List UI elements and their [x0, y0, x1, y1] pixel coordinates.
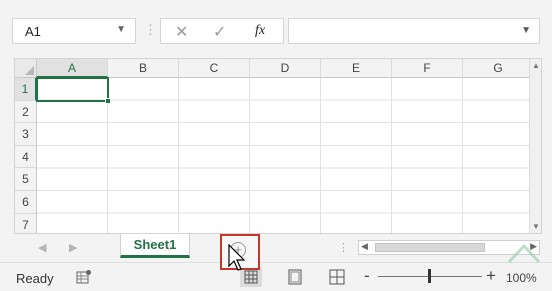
sheet-tab-sheet1[interactable]: Sheet1	[120, 234, 190, 258]
fill-handle[interactable]	[105, 98, 111, 104]
next-sheet-icon[interactable]: ▶	[69, 241, 77, 254]
insert-function-icon[interactable]: fx	[255, 23, 265, 39]
row-header-2[interactable]: 2	[15, 100, 37, 124]
page-layout-icon[interactable]	[284, 267, 306, 287]
scroll-left-icon[interactable]: ◀	[361, 241, 368, 252]
column-header-b[interactable]: B	[108, 59, 179, 78]
row-header-1[interactable]: 1	[15, 78, 37, 101]
record-macro-icon[interactable]	[76, 269, 92, 285]
zoom-slider-thumb[interactable]	[428, 269, 431, 283]
cancel-icon[interactable]: ✕	[175, 22, 188, 42]
vertical-scrollbar[interactable]: ▲ ▼	[529, 59, 541, 233]
column-header-c[interactable]: C	[179, 59, 250, 78]
column-header-f[interactable]: F	[392, 59, 463, 78]
zoom-level[interactable]: 100%	[506, 271, 537, 285]
expand-formula-bar-icon[interactable]: ▼	[521, 25, 531, 36]
worksheet-grid[interactable]: A B C D E F G 1 2 3 4 5 6 7 ▲ ▼	[14, 58, 542, 234]
column-header-a[interactable]: A	[37, 59, 108, 78]
row-header-7[interactable]: 7	[15, 213, 37, 233]
row-header-3[interactable]: 3	[15, 123, 37, 146]
formula-bar-grip[interactable]: ⋮	[144, 22, 157, 38]
column-header-d[interactable]: D	[250, 59, 321, 78]
row-headers: 1 2 3 4 5 6 7	[15, 78, 37, 233]
formula-bar: A1 ▼ ⋮ ✕ ✓ fx ▼	[0, 0, 552, 58]
watermark-logo-icon	[507, 244, 541, 264]
column-headers: A B C D E F G	[37, 59, 534, 78]
scroll-thumb[interactable]	[375, 243, 485, 252]
zoom-out-button[interactable]: -	[364, 266, 370, 286]
name-box[interactable]: A1 ▼	[12, 18, 136, 44]
previous-sheet-icon[interactable]: ◀	[38, 241, 46, 254]
formula-buttons: ✕ ✓ fx	[160, 18, 284, 44]
row-header-4[interactable]: 4	[15, 145, 37, 169]
page-break-preview-icon[interactable]	[326, 267, 348, 287]
formula-input[interactable]: ▼	[288, 18, 540, 44]
sheet-tabs-bar: ◀ ▶ Sheet1 + ⋮ ◀ ▶	[14, 234, 542, 270]
enter-icon[interactable]: ✓	[213, 22, 226, 42]
mouse-cursor-icon	[228, 244, 246, 271]
status-bar: Ready - + 100%	[0, 262, 552, 291]
row-header-6[interactable]: 6	[15, 190, 37, 214]
chevron-down-icon[interactable]: ▼	[116, 24, 126, 35]
scroll-up-icon[interactable]: ▲	[532, 61, 540, 70]
column-header-g[interactable]: G	[463, 59, 534, 78]
scroll-down-icon[interactable]: ▼	[532, 222, 540, 231]
zoom-in-button[interactable]: +	[486, 266, 496, 286]
row-header-5[interactable]: 5	[15, 168, 37, 191]
tab-splitter[interactable]: ⋮	[338, 241, 350, 254]
select-all-corner[interactable]	[15, 59, 37, 78]
column-header-e[interactable]: E	[321, 59, 392, 78]
name-box-value[interactable]: A1	[25, 24, 41, 39]
active-cell[interactable]	[36, 77, 109, 102]
status-text: Ready	[16, 271, 54, 286]
